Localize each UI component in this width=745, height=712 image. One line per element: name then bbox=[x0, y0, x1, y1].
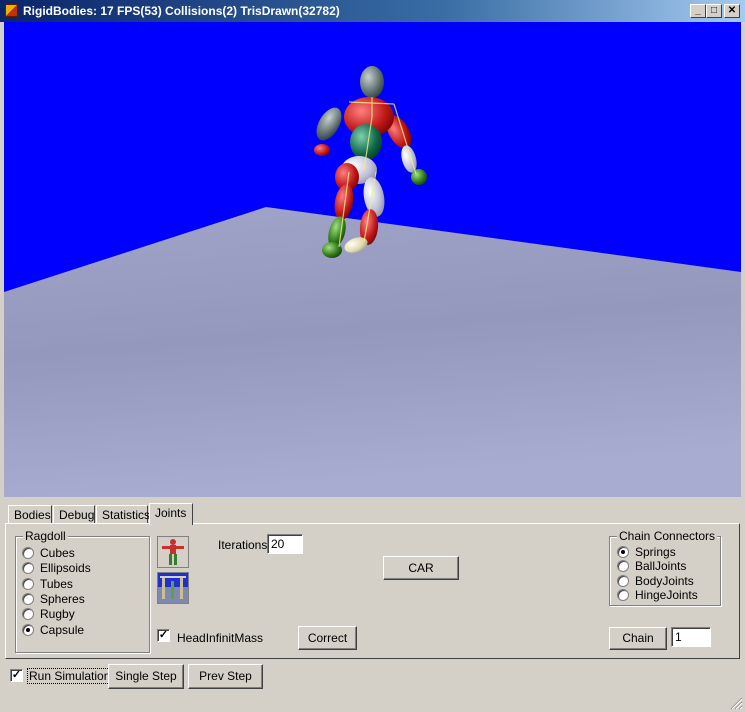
tab-joints[interactable]: Joints bbox=[149, 503, 193, 525]
close-button[interactable]: ✕ bbox=[724, 4, 740, 18]
3d-viewport[interactable] bbox=[4, 22, 741, 497]
radio-label: HingeJoints bbox=[635, 588, 698, 602]
window-title: RigidBodies: 17 FPS(53) Collisions(2) Tr… bbox=[23, 4, 340, 18]
scene-canvas bbox=[4, 22, 741, 497]
radio-label: Capsule bbox=[40, 623, 85, 637]
run-simulation-label[interactable]: Run Simulation bbox=[27, 668, 113, 684]
chain-button[interactable]: Chain bbox=[609, 627, 667, 650]
iterations-input[interactable]: 20 bbox=[267, 534, 303, 554]
radio-indicator[interactable] bbox=[22, 593, 34, 605]
single-step-button[interactable]: Single Step bbox=[108, 664, 184, 689]
chain-scene-thumbnail[interactable] bbox=[157, 572, 189, 604]
radio-indicator[interactable] bbox=[22, 624, 34, 636]
chain-connectors-legend: Chain Connectors bbox=[617, 529, 718, 543]
radio-label: Springs bbox=[635, 545, 676, 559]
tab-statistics[interactable]: Statistics bbox=[96, 505, 150, 523]
head-infinit-mass-checkbox[interactable]: ✓ bbox=[157, 629, 170, 642]
app-window: RigidBodies: 17 FPS(53) Collisions(2) Tr… bbox=[0, 0, 745, 712]
correct-button[interactable]: Correct bbox=[298, 626, 357, 650]
radio-label: Tubes bbox=[40, 577, 73, 591]
radio-label: Ellipsoids bbox=[40, 561, 91, 575]
prev-step-button[interactable]: Prev Step bbox=[188, 664, 263, 689]
resize-grip-icon[interactable] bbox=[729, 696, 743, 710]
radio-indicator[interactable] bbox=[617, 546, 629, 558]
radio-indicator[interactable] bbox=[22, 562, 34, 574]
maximize-button[interactable]: □ bbox=[706, 4, 722, 18]
app-icon bbox=[5, 4, 18, 17]
radio-indicator[interactable] bbox=[617, 575, 629, 587]
radio-label: Spheres bbox=[40, 592, 85, 606]
radio-indicator[interactable] bbox=[22, 578, 34, 590]
radio-indicator[interactable] bbox=[22, 547, 34, 559]
minimize-button[interactable]: _ bbox=[690, 4, 706, 18]
ragdoll-legend: Ragdoll bbox=[23, 529, 68, 543]
title-bar[interactable]: RigidBodies: 17 FPS(53) Collisions(2) Tr… bbox=[0, 0, 745, 22]
chain-count-input[interactable]: 1 bbox=[671, 627, 711, 647]
radio-label: BodyJoints bbox=[635, 574, 694, 588]
radio-label: BallJoints bbox=[635, 559, 687, 573]
iterations-label: Iterations bbox=[218, 538, 268, 552]
radio-indicator[interactable] bbox=[617, 560, 629, 572]
tab-debug[interactable]: Debug bbox=[53, 505, 95, 523]
head-infinit-mass-label: HeadInfinitMass bbox=[177, 631, 264, 645]
tab-bodies[interactable]: Bodies bbox=[8, 505, 52, 523]
radio-indicator[interactable] bbox=[617, 589, 629, 601]
radio-label: Cubes bbox=[40, 546, 75, 560]
run-simulation-checkbox[interactable]: ✓ bbox=[10, 669, 23, 682]
radio-label: Rugby bbox=[40, 607, 75, 621]
ragdoll-pose-thumbnail[interactable] bbox=[157, 536, 189, 568]
radio-indicator[interactable] bbox=[22, 608, 34, 620]
car-button[interactable]: CAR bbox=[383, 556, 459, 580]
